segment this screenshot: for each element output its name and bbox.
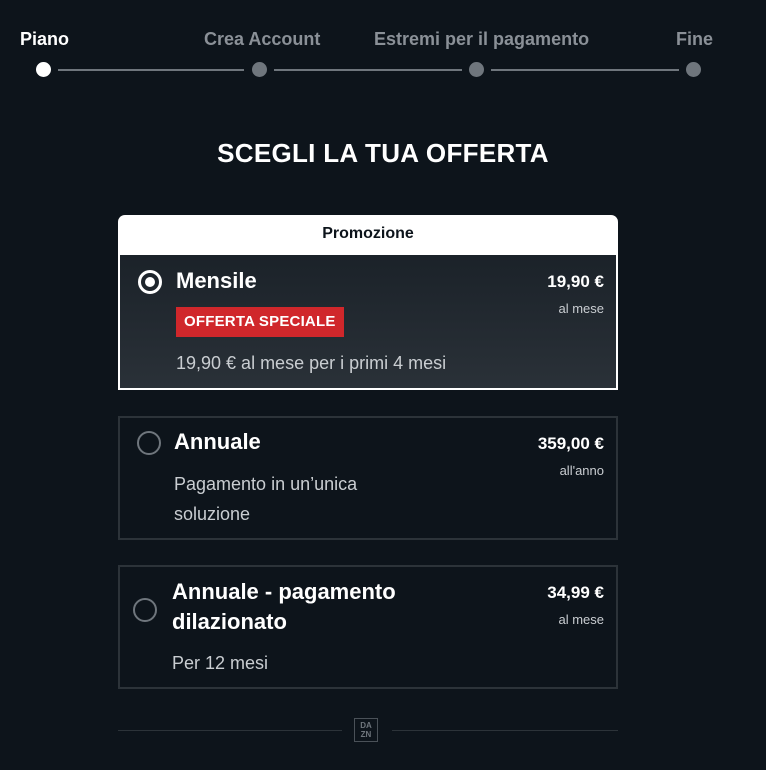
radio-mensile[interactable] (138, 270, 162, 294)
plan-period: al mese (558, 612, 604, 627)
promo-header: Promozione (118, 215, 618, 253)
footer-divider-right (392, 730, 618, 731)
logo-text-top: DA (360, 721, 372, 730)
plan-card-annuale-dilazionato[interactable]: Annuale - pagamento dilazionato 34,99 € … (118, 565, 618, 689)
plan-name-line-2: dilazionato (172, 609, 287, 634)
step-label-estremi-pagamento: Estremi per il pagamento (374, 29, 590, 49)
radio-annuale[interactable] (137, 431, 161, 455)
step-connector (58, 69, 244, 71)
step-connector (274, 69, 462, 71)
step-label-fine: Fine (676, 29, 714, 49)
step-dot-estremi-pagamento (469, 62, 484, 77)
plan-description: 19,90 € al mese per i primi 4 mesi (176, 353, 447, 373)
plan-card-mensile[interactable]: Mensile 19,90 € al mese OFFERTA SPECIALE… (118, 253, 618, 390)
plan-period: al mese (558, 301, 604, 316)
step-label-crea-account: Crea Account (204, 29, 321, 49)
step-connector (491, 69, 679, 71)
step-dot-piano (36, 62, 51, 77)
progress-steps: Piano Crea Account Estremi per il pagame… (0, 0, 766, 90)
footer-divider-left (118, 730, 342, 731)
plan-price: 19,90 € (547, 272, 604, 291)
plan-name: Annuale (174, 429, 261, 454)
plan-name: Mensile (176, 268, 257, 293)
special-offer-badge: OFFERTA SPECIALE (176, 307, 344, 337)
radio-annuale-dilazionato[interactable] (133, 598, 157, 622)
plan-card-annuale[interactable]: Annuale 359,00 € all'anno Pagamento in u… (118, 416, 618, 540)
dazn-logo-icon: DA ZN (354, 718, 378, 742)
step-dot-crea-account (252, 62, 267, 77)
plan-description-line-2: soluzione (174, 504, 251, 524)
plan-period: all'anno (559, 463, 604, 478)
step-dot-fine (686, 62, 701, 77)
plan-name-line-1: Annuale - pagamento (172, 579, 396, 604)
plan-description-line-1: Pagamento in un’unica (174, 474, 358, 494)
plan-description: Per 12 mesi (172, 653, 269, 673)
page-title: SCEGLI LA TUA OFFERTA (217, 138, 549, 168)
step-label-piano: Piano (20, 29, 70, 49)
plan-price: 34,99 € (547, 583, 604, 602)
plan-price: 359,00 € (537, 434, 604, 453)
logo-text-bottom: ZN (360, 730, 372, 739)
